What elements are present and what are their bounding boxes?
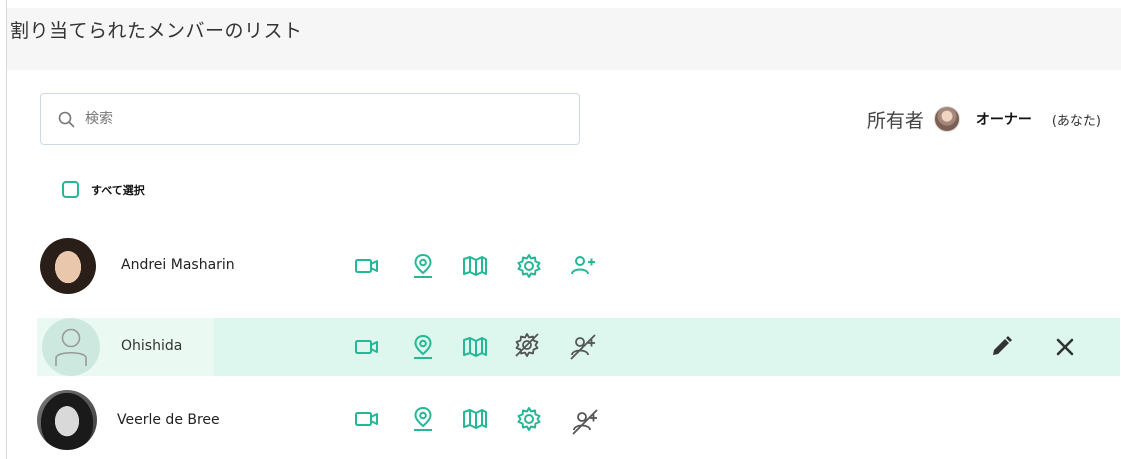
add-user-disabled-icon[interactable] [571,408,598,435]
owner-you-label: (あなた) [1051,113,1101,129]
avatar [37,390,97,450]
add-user-disabled-icon[interactable] [569,333,597,361]
avatar [40,238,96,294]
location-icon[interactable] [409,405,437,433]
map-icon[interactable] [461,333,489,361]
member-name: Veerle de Bree [117,412,220,428]
page-title: 割り当てられたメンバーのリスト [10,20,303,42]
gear-icon[interactable] [515,252,543,280]
add-user-icon[interactable] [569,252,597,280]
select-all-checkbox[interactable] [62,181,79,198]
owner-info: 所有者 オーナー (あなた) [867,104,1101,134]
location-icon[interactable] [409,252,437,280]
close-icon[interactable] [1051,333,1079,361]
owner-name: オーナー [975,112,1032,128]
owner-avatar [933,106,960,132]
owner-label: 所有者 [866,109,924,132]
member-name: Andrei Masharin [121,257,235,273]
search-box[interactable] [40,93,580,145]
location-icon[interactable] [409,333,437,361]
member-name: Ohishida [121,338,183,354]
avatar-placeholder [42,318,100,376]
video-icon[interactable] [353,252,381,280]
video-icon[interactable] [353,405,381,433]
member-row-selected[interactable]: Ohishida [37,318,1120,376]
gear-icon[interactable] [515,405,543,433]
map-icon[interactable] [461,405,489,433]
select-all[interactable]: すべて選択 [62,181,145,198]
search-icon [57,110,77,130]
member-row[interactable]: Veerle de Bree [37,390,1120,450]
search-input[interactable] [85,107,565,131]
video-icon[interactable] [353,333,381,361]
map-icon[interactable] [461,252,489,280]
member-row[interactable]: Andrei Masharin [37,237,1120,295]
select-all-label: すべて選択 [91,183,145,197]
gear-disabled-icon[interactable] [513,331,545,363]
edit-icon[interactable] [987,333,1015,361]
